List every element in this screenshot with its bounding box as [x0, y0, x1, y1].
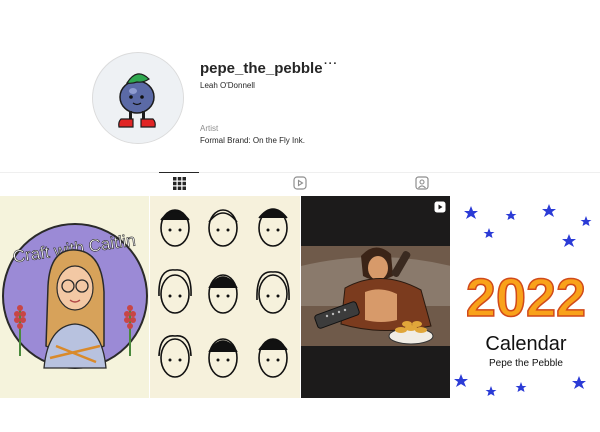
grid-icon: [172, 177, 186, 190]
profile-username: pepe_the_pebble: [200, 60, 323, 77]
tab-posts[interactable]: [159, 172, 199, 194]
reels-icon: [293, 176, 307, 190]
tab-reels[interactable]: [280, 172, 320, 194]
calendar-illustration-image: 2022 Calendar Pepe the Pebble: [450, 196, 600, 398]
profile-bio: Formal Brand: On the Fly Ink.: [200, 136, 305, 145]
post-tile[interactable]: [150, 196, 300, 398]
post-tile[interactable]: Craft with Caitlin: [0, 196, 150, 398]
couch-illustration-image: [300, 196, 450, 398]
profile-full-name: Leah O'Donnell: [200, 81, 255, 90]
more-options-icon[interactable]: ···: [324, 58, 338, 70]
profile-avatar[interactable]: [92, 52, 184, 144]
faces-sketch-image: [150, 196, 300, 398]
post-tile[interactable]: [300, 196, 450, 398]
calendar-title-text: Calendar: [485, 333, 567, 355]
tagged-user-icon: [415, 176, 429, 190]
craft-with-caitlin-image: Craft with Caitlin: [0, 196, 150, 398]
profile-category: Artist: [200, 124, 219, 133]
posts-grid: Craft with Caitlin 2022 Calendar Pepe th…: [0, 196, 600, 398]
profile-page: pepe_the_pebble ··· Leah O'Donnell Artis…: [0, 0, 600, 432]
reel-icon: [434, 201, 446, 213]
calendar-year-text: 2022: [466, 268, 586, 328]
post-tile[interactable]: 2022 Calendar Pepe the Pebble: [450, 196, 600, 398]
pebble-character-icon: [93, 53, 183, 143]
tab-tagged[interactable]: [402, 172, 442, 194]
calendar-byline-text: Pepe the Pebble: [489, 358, 563, 369]
